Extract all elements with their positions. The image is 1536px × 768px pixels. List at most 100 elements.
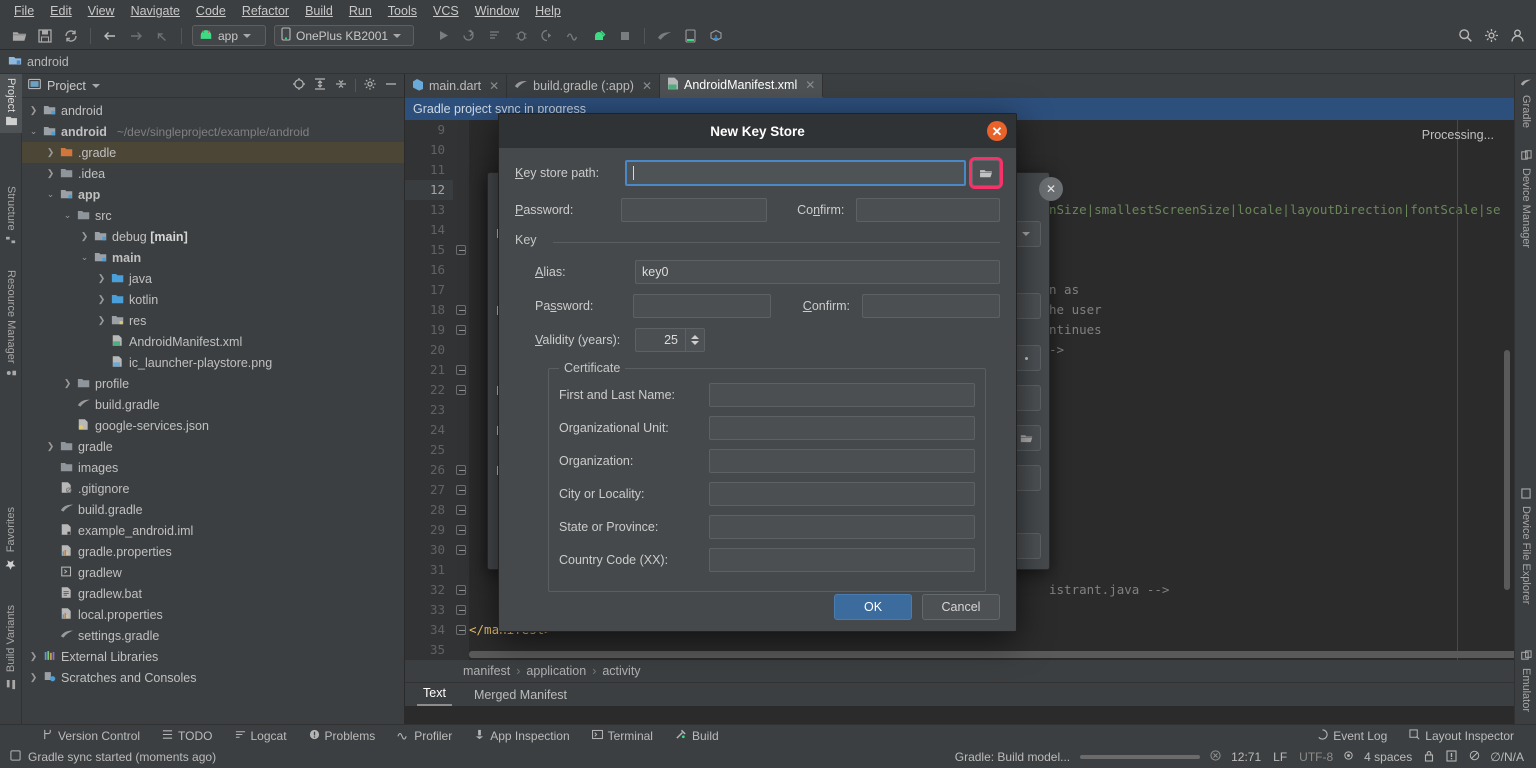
- editor-vertical-scrollbar[interactable]: [1504, 350, 1510, 590]
- run-configuration-selector[interactable]: app: [192, 25, 266, 46]
- sidebar-item-project[interactable]: Project: [0, 74, 22, 133]
- tree-row[interactable]: gradlew.bat: [22, 583, 404, 604]
- breadcrumb-application[interactable]: application: [526, 664, 586, 678]
- tree-row[interactable]: ⌄main: [22, 247, 404, 268]
- tree-row[interactable]: ❯kotlin: [22, 289, 404, 310]
- tree-row[interactable]: gradle.properties: [22, 541, 404, 562]
- status-branch[interactable]: ∅/N/A: [1490, 750, 1524, 764]
- fold-marker[interactable]: [456, 525, 466, 535]
- chevron-down-icon[interactable]: [92, 84, 100, 88]
- chevron-right-icon[interactable]: ❯: [45, 168, 56, 179]
- apply-code-changes-icon[interactable]: [484, 25, 506, 47]
- keystore-confirm-input[interactable]: [856, 198, 1000, 222]
- tree-row[interactable]: ❯.gradle: [22, 142, 404, 163]
- status-tab-event-log[interactable]: Event Log: [1317, 729, 1387, 743]
- sidebar-item-build-variants[interactable]: Build Variants: [0, 601, 22, 694]
- close-icon[interactable]: ✕: [987, 121, 1007, 141]
- key-password-input[interactable]: [633, 294, 771, 318]
- certificate-field-input[interactable]: [709, 548, 975, 572]
- stop-task-icon[interactable]: [1210, 750, 1221, 764]
- target-icon[interactable]: [292, 77, 306, 94]
- status-line-separator[interactable]: LF: [1273, 750, 1287, 764]
- menu-item-navigate[interactable]: Navigate: [123, 2, 188, 20]
- profiler-icon[interactable]: [562, 25, 584, 47]
- tab-merged-manifest[interactable]: Merged Manifest: [468, 686, 573, 706]
- menu-item-window[interactable]: Window: [467, 2, 527, 20]
- tree-row[interactable]: ❯debug [main]: [22, 226, 404, 247]
- chevron-down-icon[interactable]: ⌄: [45, 189, 56, 200]
- sidebar-item-resource-manager[interactable]: Resource Manager: [0, 266, 22, 385]
- fold-marker[interactable]: [456, 385, 466, 395]
- validity-stepper[interactable]: 25: [635, 328, 705, 352]
- status-indent[interactable]: 4 spaces: [1364, 750, 1412, 764]
- gradle-sync-icon[interactable]: [653, 25, 675, 47]
- keystore-path-browse-button[interactable]: [972, 160, 1000, 186]
- fold-marker[interactable]: [456, 485, 466, 495]
- device-selector[interactable]: OnePlus KB2001: [274, 25, 414, 46]
- up-arrow-icon[interactable]: [151, 25, 173, 47]
- hide-icon[interactable]: [384, 77, 398, 94]
- fold-marker[interactable]: [456, 465, 466, 475]
- chevron-up-icon[interactable]: [691, 335, 699, 339]
- tree-row[interactable]: ❯profile: [22, 373, 404, 394]
- tree-row[interactable]: gradlew: [22, 562, 404, 583]
- sidebar-item-favorites[interactable]: Favorites: [0, 503, 22, 574]
- chevron-down-icon[interactable]: ⌄: [28, 126, 39, 137]
- editor-tab-android-manifest[interactable]: AndroidManifest.xml ✕: [660, 74, 823, 98]
- new-key-store-dialog[interactable]: New Key Store ✕ Key store path:: [498, 113, 1017, 632]
- tree-row[interactable]: ic_launcher-playstore.png: [22, 352, 404, 373]
- avd-manager-icon[interactable]: [679, 25, 701, 47]
- chevron-right-icon[interactable]: ❯: [96, 294, 107, 305]
- tree-row[interactable]: AndroidManifest.xml: [22, 331, 404, 352]
- chevron-right-icon[interactable]: ❯: [28, 672, 39, 683]
- keystore-password-input[interactable]: [621, 198, 767, 222]
- chevron-down-icon[interactable]: [691, 341, 699, 345]
- fold-marker[interactable]: [456, 585, 466, 595]
- back-arrow-icon[interactable]: [99, 25, 121, 47]
- key-confirm-input[interactable]: [862, 294, 1000, 318]
- fold-marker[interactable]: [456, 605, 466, 615]
- chevron-right-icon[interactable]: ❯: [96, 315, 107, 326]
- fold-marker[interactable]: [456, 545, 466, 555]
- status-tab-logcat[interactable]: Logcat: [235, 729, 287, 743]
- tree-row[interactable]: local.properties: [22, 604, 404, 625]
- fold-marker[interactable]: [456, 505, 466, 515]
- chevron-right-icon[interactable]: ❯: [96, 273, 107, 284]
- open-folder-icon[interactable]: [8, 25, 30, 47]
- tree-row[interactable]: example_android.iml: [22, 520, 404, 541]
- tool-window-emulator[interactable]: Emulator: [1515, 646, 1536, 716]
- editor-tab-main-dart[interactable]: main.dart ✕: [405, 74, 507, 98]
- tree-row[interactable]: ⌄src: [22, 205, 404, 226]
- attach-debugger-icon[interactable]: [588, 25, 610, 47]
- editor-tab-build-gradle[interactable]: build.gradle (:app) ✕: [507, 74, 660, 98]
- tree-row[interactable]: ⌄app: [22, 184, 404, 205]
- sidebar-item-structure[interactable]: Structure: [0, 182, 22, 252]
- tool-window-device-manager[interactable]: Device Manager: [1515, 146, 1536, 252]
- apply-changes-icon[interactable]: [458, 25, 480, 47]
- tree-row[interactable]: ❯External Libraries: [22, 646, 404, 667]
- certificate-field-input[interactable]: [709, 383, 975, 407]
- tool-window-gradle[interactable]: Gradle: [1515, 74, 1536, 132]
- breadcrumb-activity[interactable]: activity: [602, 664, 640, 678]
- certificate-field-input[interactable]: [709, 416, 975, 440]
- search-icon[interactable]: [1454, 25, 1476, 47]
- stop-icon[interactable]: [614, 25, 636, 47]
- menu-item-vcs[interactable]: VCS: [425, 2, 467, 20]
- editor-horizontal-scrollbar[interactable]: [469, 651, 1514, 658]
- validity-stepper-arrows[interactable]: [685, 328, 705, 352]
- status-tab-version-control[interactable]: Version Control: [42, 729, 140, 743]
- tree-row[interactable]: ❯.idea: [22, 163, 404, 184]
- sdk-manager-icon[interactable]: [705, 25, 727, 47]
- fold-marker[interactable]: [456, 625, 466, 635]
- close-icon[interactable]: ✕: [805, 78, 815, 92]
- tree-row[interactable]: ❯gradle: [22, 436, 404, 457]
- chevron-down-icon[interactable]: ⌄: [62, 210, 73, 221]
- run-icon[interactable]: [432, 25, 454, 47]
- certificate-field-input[interactable]: [709, 515, 975, 539]
- status-tab-profiler[interactable]: Profiler: [397, 729, 452, 743]
- menu-item-refactor[interactable]: Refactor: [234, 2, 297, 20]
- status-encoding[interactable]: UTF-8: [1299, 750, 1333, 764]
- tree-row[interactable]: images: [22, 457, 404, 478]
- menu-item-code[interactable]: Code: [188, 2, 234, 20]
- menu-item-help[interactable]: Help: [527, 2, 569, 20]
